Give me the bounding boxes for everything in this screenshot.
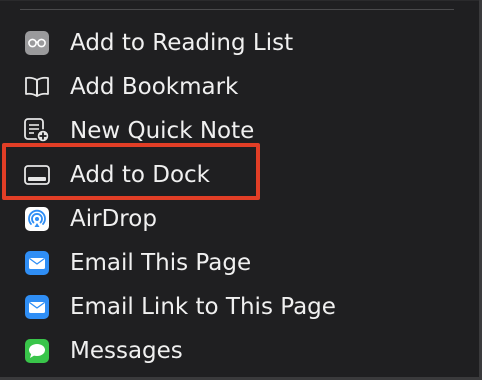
menu-item-airdrop[interactable]: AirDrop bbox=[0, 197, 478, 241]
menu-item-label: Email This Page bbox=[70, 250, 252, 276]
menu-separator bbox=[20, 9, 454, 10]
menu-item-add-to-reading-list[interactable]: Add to Reading List bbox=[0, 21, 478, 65]
menu-item-label: AirDrop bbox=[70, 206, 157, 232]
mail-icon bbox=[22, 293, 52, 321]
menu-item-label: Add Bookmark bbox=[70, 74, 239, 100]
quick-note-icon bbox=[22, 117, 52, 145]
mail-icon bbox=[22, 249, 52, 277]
messages-icon bbox=[22, 337, 52, 365]
menu-item-label: Add to Reading List bbox=[70, 30, 294, 56]
menu-item-label: Messages bbox=[70, 338, 183, 364]
share-menu: Add to Reading List Add Bookmark New Qui… bbox=[0, 0, 482, 380]
menu-item-add-bookmark[interactable]: Add Bookmark bbox=[0, 65, 478, 109]
menu-item-email-this-page[interactable]: Email This Page bbox=[0, 241, 478, 285]
menu-item-email-link-to-this-page[interactable]: Email Link to This Page bbox=[0, 285, 478, 329]
menu-item-label: Email Link to This Page bbox=[70, 294, 336, 320]
menu-item-messages[interactable]: Messages bbox=[0, 329, 478, 373]
reading-list-icon bbox=[22, 29, 52, 57]
bookmark-icon bbox=[22, 73, 52, 101]
menu-top-edge bbox=[0, 0, 482, 1]
airdrop-icon bbox=[22, 205, 52, 233]
highlight-annotation-box bbox=[2, 143, 260, 200]
